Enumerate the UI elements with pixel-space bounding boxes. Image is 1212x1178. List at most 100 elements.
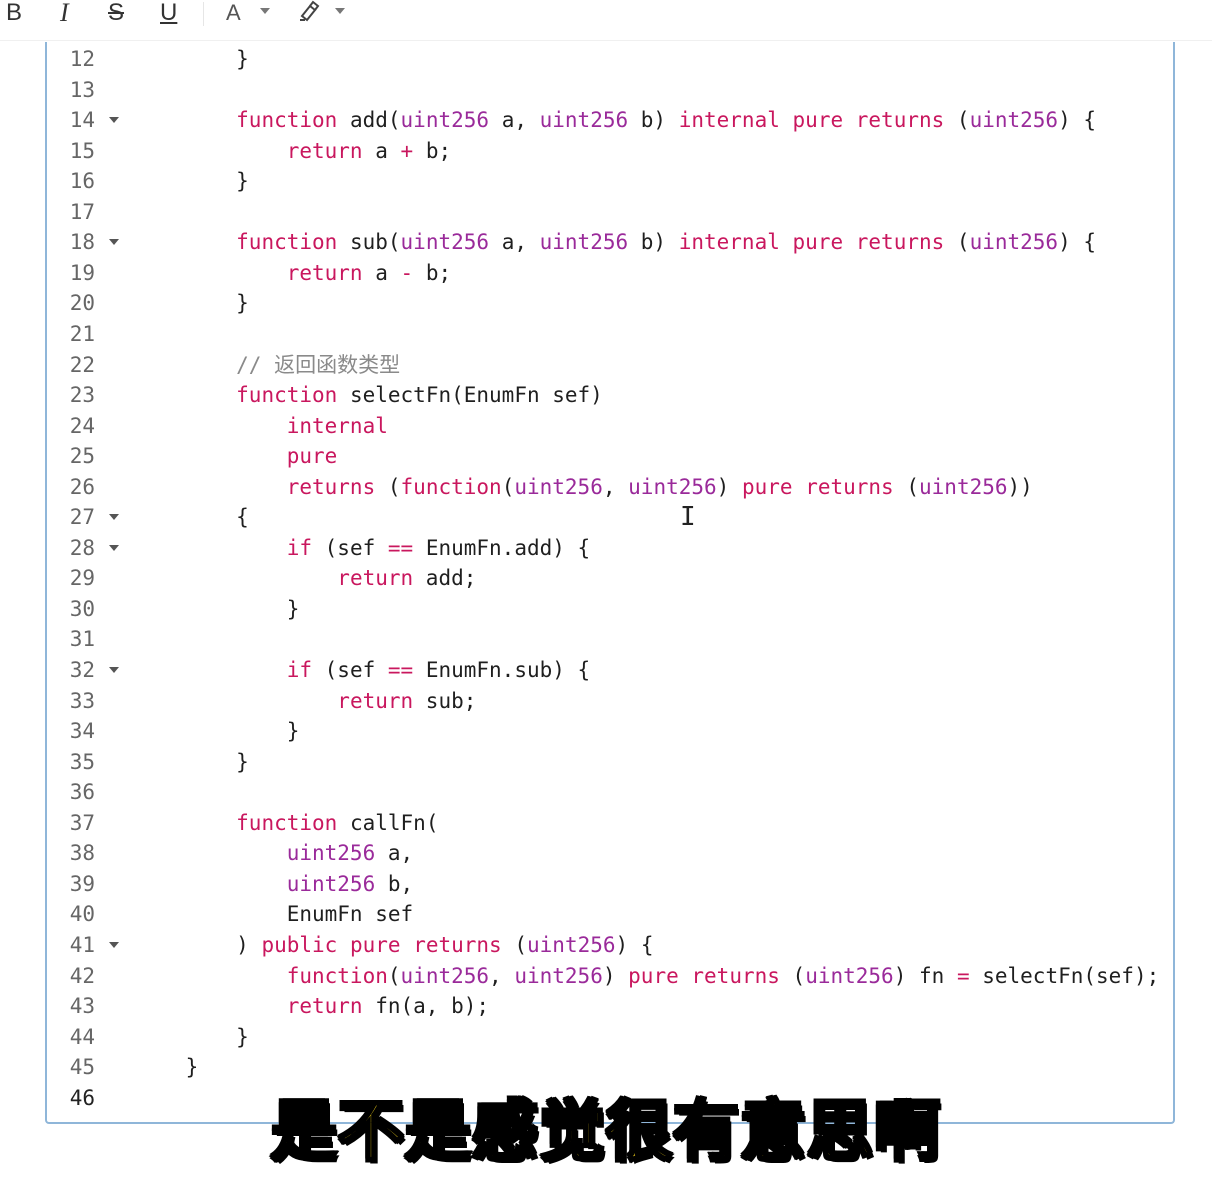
code-token: pure xyxy=(792,230,844,255)
bold-button[interactable]: B xyxy=(6,0,22,26)
line-number: 35 xyxy=(69,749,95,774)
code-line[interactable]: 43 return fn(a, b); xyxy=(47,991,1173,1021)
code-token: internal xyxy=(286,413,388,438)
code-token: returns xyxy=(855,230,945,255)
code-line[interactable]: 29 return add; xyxy=(47,563,1173,593)
code-line[interactable]: 24 internal xyxy=(47,411,1173,441)
code-token: pure xyxy=(628,963,679,988)
code-token: uint256 xyxy=(286,841,376,866)
line-number: 31 xyxy=(69,627,95,652)
fold-toggle-icon[interactable] xyxy=(109,514,119,521)
underline-button[interactable]: U xyxy=(160,0,177,26)
code-line[interactable]: 34 } xyxy=(47,716,1173,746)
text-cursor-icon: I xyxy=(680,502,696,532)
code-line[interactable]: 21 xyxy=(47,319,1173,349)
code-token: returns xyxy=(413,932,502,957)
code-token: } xyxy=(236,749,249,774)
fold-toggle-icon[interactable] xyxy=(109,239,119,246)
fold-toggle-icon[interactable] xyxy=(109,667,119,673)
code-line[interactable]: 16 } xyxy=(47,166,1173,196)
code-token: ( xyxy=(944,230,970,255)
code-line[interactable]: 30 } xyxy=(47,594,1173,624)
code-line[interactable]: 18 function sub(uint256 a, uint256 b) in… xyxy=(47,227,1173,257)
code-line[interactable]: 15 return a + b; xyxy=(47,136,1173,166)
code-text: { xyxy=(135,502,249,532)
code-line[interactable]: 37 function callFn( xyxy=(47,808,1173,838)
code-line[interactable]: 39 uint256 b, xyxy=(47,869,1173,899)
code-line[interactable]: 12 } xyxy=(47,44,1173,74)
code-token: function xyxy=(236,810,338,835)
code-line[interactable]: 42 function(uint256, uint256) pure retur… xyxy=(47,961,1173,991)
code-token: ( xyxy=(375,474,401,499)
code-line[interactable]: 14 function add(uint256 a, uint256 b) in… xyxy=(47,105,1173,135)
code-token: returns xyxy=(286,474,376,499)
code-token: add; xyxy=(413,566,477,591)
code-text: return sub; xyxy=(135,686,476,716)
code-text: function selectFn(EnumFn sef) xyxy=(135,380,603,410)
code-token: uint256 xyxy=(969,108,1059,133)
code-token: } xyxy=(236,1024,249,1049)
code-line[interactable]: 32 if (sef == EnumFn.sub) { xyxy=(47,655,1173,685)
code-text: internal xyxy=(135,411,388,441)
fold-toggle-icon[interactable] xyxy=(109,941,119,948)
code-token: a xyxy=(362,138,401,163)
code-text: } xyxy=(135,594,300,624)
code-line[interactable]: 36 xyxy=(47,777,1173,807)
code-line[interactable]: 23 function selectFn(EnumFn sef) xyxy=(47,380,1173,410)
code-line[interactable]: 26 returns (function(uint256, uint256) p… xyxy=(47,472,1173,502)
chevron-down-icon[interactable] xyxy=(335,8,345,14)
code-token: uint256 xyxy=(539,230,629,255)
code-token: b) xyxy=(628,108,679,133)
code-line[interactable]: 19 return a - b; xyxy=(47,258,1173,288)
code-text: return a + b; xyxy=(135,136,451,166)
font-color-button[interactable]: A xyxy=(226,0,241,26)
chevron-down-icon[interactable] xyxy=(260,8,270,14)
code-token: return xyxy=(337,688,414,713)
code-line[interactable]: 25 pure xyxy=(47,441,1173,471)
highlighter-icon[interactable] xyxy=(298,0,322,26)
code-text: } xyxy=(135,747,249,777)
code-token: pure xyxy=(792,108,844,133)
code-line[interactable]: 33 return sub; xyxy=(47,686,1173,716)
code-line[interactable]: 31 xyxy=(47,624,1173,654)
code-token: a, xyxy=(489,108,540,133)
strikethrough-button[interactable]: S xyxy=(108,0,124,26)
code-editor[interactable]: 12 } 13 14 function add(uint256 a, uint256… xyxy=(45,42,1175,1124)
code-token: function xyxy=(400,474,502,499)
code-text: } xyxy=(135,44,249,74)
code-line[interactable]: 40 EnumFn sef xyxy=(47,899,1173,929)
code-token: uint256 xyxy=(805,963,894,988)
code-line[interactable]: 35 } xyxy=(47,747,1173,777)
code-token: } xyxy=(286,596,300,621)
line-number: 30 xyxy=(69,596,95,621)
fold-toggle-icon[interactable] xyxy=(109,117,119,124)
fold-toggle-icon[interactable] xyxy=(109,544,119,551)
line-number: 15 xyxy=(69,138,95,163)
code-line[interactable]: 41 ) public pure returns (uint256) { xyxy=(47,930,1173,960)
code-line[interactable]: 28 if (sef == EnumFn.add) { xyxy=(47,533,1173,563)
code-line[interactable]: 27 { xyxy=(47,502,1173,532)
code-token: return xyxy=(337,566,414,591)
code-line[interactable]: 22 // 返回函数类型 xyxy=(47,350,1173,380)
code-line[interactable]: 44 } xyxy=(47,1022,1173,1052)
code-line[interactable]: 17 xyxy=(47,197,1173,227)
code-line[interactable]: 13 xyxy=(47,75,1173,105)
code-line[interactable]: 38 uint256 a, xyxy=(47,838,1173,868)
code-token: // 返回函数类型 xyxy=(236,352,401,377)
italic-button[interactable]: I xyxy=(60,0,69,26)
code-line[interactable]: 20 } xyxy=(47,288,1173,318)
line-number: 20 xyxy=(69,291,95,316)
